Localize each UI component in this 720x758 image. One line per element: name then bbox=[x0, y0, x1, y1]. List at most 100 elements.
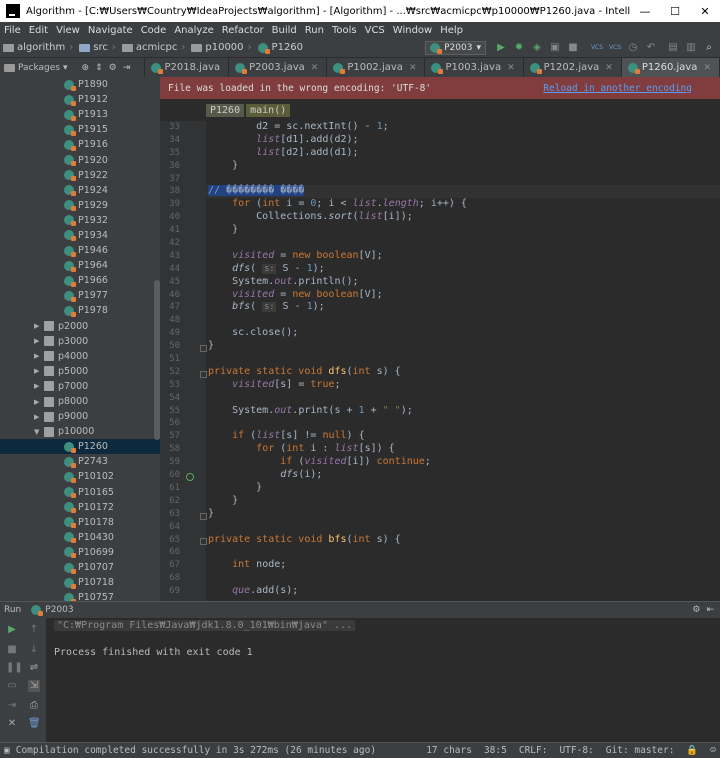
tab-p1003[interactable]: P1003.java ✕ bbox=[425, 58, 524, 77]
collapse-icon[interactable]: ⇕ bbox=[95, 63, 103, 73]
close-icon[interactable]: ✕ bbox=[311, 63, 319, 73]
tree-item[interactable]: P10102 bbox=[0, 469, 160, 484]
debug-icon[interactable]: ✹ bbox=[512, 41, 526, 55]
tree-package[interactable]: ▶ p2000 bbox=[0, 319, 160, 334]
chevron-right-icon[interactable]: ▶ bbox=[34, 398, 44, 406]
menu-help[interactable]: Help bbox=[436, 25, 467, 36]
tree-item[interactable]: P10165 bbox=[0, 485, 160, 500]
tree-item[interactable]: P1922 bbox=[0, 168, 160, 183]
tree-item[interactable]: P1946 bbox=[0, 243, 160, 258]
tree-package[interactable]: ▶ p8000 bbox=[0, 394, 160, 409]
close-icon[interactable]: ✕ bbox=[409, 63, 417, 73]
tab-p1202[interactable]: P1202.java ✕ bbox=[524, 58, 622, 77]
tree-item[interactable]: P10718 bbox=[0, 575, 160, 590]
reload-encoding-link[interactable]: Reload in another encoding bbox=[543, 83, 692, 94]
tree-item[interactable]: P10699 bbox=[0, 545, 160, 560]
stop-icon[interactable]: ■ bbox=[6, 644, 18, 656]
tree-item[interactable]: P2743 bbox=[0, 454, 160, 469]
profile-icon[interactable]: ▣ bbox=[548, 41, 562, 55]
tree-package[interactable]: ▼ p10000 bbox=[0, 424, 160, 439]
chevron-right-icon[interactable]: ▶ bbox=[34, 382, 44, 390]
close-icon[interactable]: ✕ bbox=[703, 63, 711, 73]
tree-item[interactable]: P1915 bbox=[0, 122, 160, 137]
tree-item[interactable]: P10757 bbox=[0, 590, 160, 601]
close-button[interactable]: ✕ bbox=[690, 5, 720, 18]
chevron-down-icon[interactable]: ▼ bbox=[34, 428, 44, 436]
crumb-p10000[interactable]: p10000 › bbox=[188, 42, 254, 53]
close-icon[interactable]: ✕ bbox=[507, 63, 515, 73]
pause-icon[interactable]: ❚❚ bbox=[6, 662, 23, 674]
packages-view-header[interactable]: Packages ▾ ⊕ ⇕ ⚙ ⇥ bbox=[0, 58, 145, 77]
crumb-acmicpc[interactable]: acmicpc › bbox=[119, 42, 189, 53]
menu-tools[interactable]: Tools bbox=[328, 25, 361, 36]
menu-edit[interactable]: Edit bbox=[25, 25, 52, 36]
tree-item[interactable]: P10430 bbox=[0, 530, 160, 545]
pin-icon[interactable]: ✕ bbox=[6, 718, 18, 730]
rerun-icon[interactable]: ▶ bbox=[6, 624, 18, 636]
dump-icon[interactable]: ▭ bbox=[6, 680, 18, 692]
tree-package[interactable]: ▶ p4000 bbox=[0, 349, 160, 364]
target-icon[interactable]: ⊕ bbox=[82, 63, 90, 73]
trash-icon[interactable]: 🗑 bbox=[28, 718, 41, 730]
tree-package[interactable]: ▶ p3000 bbox=[0, 334, 160, 349]
hide-icon[interactable]: ⇤ bbox=[706, 605, 714, 615]
inspector-icon[interactable]: ☺ bbox=[710, 745, 716, 756]
menu-run[interactable]: Run bbox=[301, 25, 328, 36]
tree-item-selected[interactable]: P1260 bbox=[0, 439, 160, 455]
status-line-separator[interactable]: CRLF: bbox=[519, 745, 548, 756]
lock-icon[interactable]: 🔒 bbox=[686, 745, 698, 756]
gear-icon[interactable]: ⚙ bbox=[692, 605, 700, 615]
menu-code[interactable]: Code bbox=[137, 25, 171, 36]
tree-item[interactable]: P1924 bbox=[0, 183, 160, 198]
revert-icon[interactable]: ↶ bbox=[644, 41, 658, 55]
tree-item[interactable]: P1920 bbox=[0, 152, 160, 167]
menu-file[interactable]: File bbox=[0, 25, 25, 36]
menu-window[interactable]: Window bbox=[389, 25, 436, 36]
exit-icon[interactable]: ⇥ bbox=[6, 700, 18, 712]
tree-item[interactable]: P1913 bbox=[0, 107, 160, 122]
chevron-right-icon[interactable]: ▶ bbox=[34, 367, 44, 375]
tree-item[interactable]: P10172 bbox=[0, 500, 160, 515]
coverage-icon[interactable]: ◈ bbox=[530, 41, 544, 55]
chevron-right-icon[interactable]: ▶ bbox=[34, 352, 44, 360]
tree-package[interactable]: ▶ p5000 bbox=[0, 364, 160, 379]
run-config-select[interactable]: P2003 ▾ bbox=[425, 40, 486, 55]
search-icon[interactable]: ⌕ bbox=[702, 41, 716, 55]
menu-build[interactable]: Build bbox=[268, 25, 301, 36]
close-icon[interactable]: ✕ bbox=[605, 63, 613, 73]
tree-item[interactable]: P1966 bbox=[0, 273, 160, 288]
history-icon[interactable]: ◷ bbox=[626, 41, 640, 55]
tree-item[interactable]: P1916 bbox=[0, 137, 160, 152]
breadcrumb-class[interactable]: P1260 bbox=[206, 103, 245, 117]
vcs-commit-icon[interactable]: VCS bbox=[608, 41, 622, 55]
status-encoding[interactable]: UTF-8: bbox=[559, 745, 593, 756]
tree-item[interactable]: P1934 bbox=[0, 228, 160, 243]
tree-item[interactable]: P10707 bbox=[0, 560, 160, 575]
status-position[interactable]: 38:5 bbox=[484, 745, 507, 756]
menu-navigate[interactable]: Navigate bbox=[84, 25, 137, 36]
menu-analyze[interactable]: Analyze bbox=[170, 25, 217, 36]
tree-item[interactable]: P1932 bbox=[0, 213, 160, 228]
run-icon[interactable]: ▶ bbox=[494, 41, 508, 55]
tab-p2018[interactable]: P2018.java bbox=[145, 58, 230, 77]
tree-item[interactable]: P1964 bbox=[0, 258, 160, 273]
status-git-branch[interactable]: Git: master: bbox=[606, 745, 675, 756]
scroll-end-icon[interactable]: ⇲ bbox=[28, 680, 40, 692]
crumb-src[interactable]: src › bbox=[76, 42, 119, 53]
menu-vcs[interactable]: VCS bbox=[361, 25, 389, 36]
run-tab[interactable]: P2003 bbox=[45, 605, 73, 615]
crumb-file[interactable]: P1260 bbox=[255, 42, 306, 54]
tree-item[interactable]: P1912 bbox=[0, 92, 160, 107]
chevron-right-icon[interactable]: ▶ bbox=[34, 337, 44, 345]
tree-package[interactable]: ▶ p9000 bbox=[0, 409, 160, 424]
gear-icon[interactable]: ⚙ bbox=[109, 63, 117, 73]
sdk-icon[interactable]: ▥ bbox=[684, 41, 698, 55]
run-console[interactable]: "C:₩Program Files₩Java₩jdk1.8.0_101₩bin₩… bbox=[46, 618, 720, 742]
hide-icon[interactable]: ⇥ bbox=[123, 63, 131, 73]
tree-item[interactable]: P1978 bbox=[0, 303, 160, 318]
code-editor[interactable]: d2 = sc.nextInt() - 1; list[d1].add(d2);… bbox=[206, 121, 720, 601]
up-icon[interactable]: ↑ bbox=[28, 624, 40, 636]
status-left-icon[interactable]: ▣ bbox=[4, 745, 10, 756]
chevron-right-icon[interactable]: ▶ bbox=[34, 322, 44, 330]
project-structure-icon[interactable]: ▤ bbox=[666, 41, 680, 55]
